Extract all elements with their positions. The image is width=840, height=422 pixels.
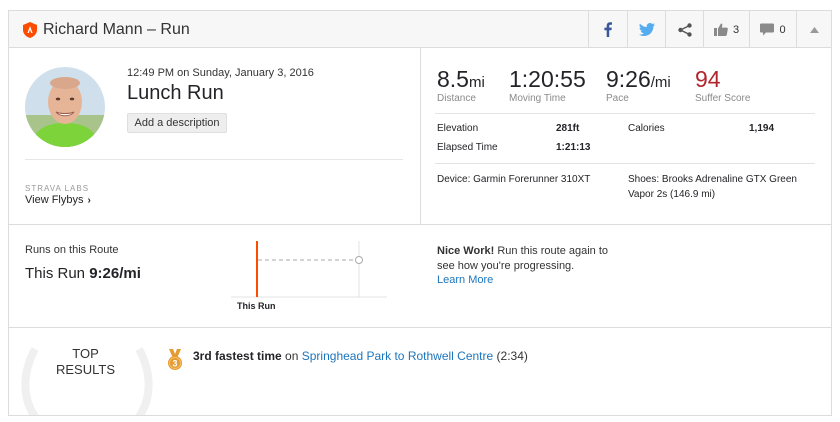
top-results-line1: TOP [72, 346, 99, 361]
comment-count: 0 [779, 23, 786, 36]
this-run-pace-value: 9:26/mi [89, 265, 141, 282]
kudos-count: 3 [732, 23, 740, 36]
this-run-prefix: This Run [25, 265, 86, 282]
elapsed-time-value: 1:21:13 [556, 142, 591, 153]
device-info: Device: Garmin Forerunner 310XT [437, 174, 591, 185]
athlete-activity-title[interactable]: Richard Mann – Run [43, 21, 190, 39]
facebook-icon [604, 22, 612, 37]
top-results-line2: RESULTS [56, 362, 115, 377]
activity-datetime: 12:49 PM on Sunday, January 3, 2016 [127, 67, 314, 79]
this-run-pace: This Run 9:26/mi [25, 265, 141, 282]
strava-labs-label: STRAVA LABS [25, 184, 90, 193]
section-divider-1 [9, 224, 831, 225]
add-description-button[interactable]: Add a description [127, 113, 227, 133]
elapsed-time-label: Elapsed Time [437, 142, 498, 153]
elevation-value: 281ft [556, 123, 580, 134]
share-button[interactable] [665, 11, 703, 48]
moving-time-label: Moving Time [509, 93, 566, 104]
caret-up-icon [809, 26, 819, 33]
twitter-icon [638, 23, 655, 36]
nice-work-message: Nice Work! Run this route again to see h… [437, 244, 612, 274]
vertical-divider [420, 48, 421, 224]
view-flybys-label: View Flybys [25, 194, 84, 206]
activity-card: Richard Mann – Run 3 0 12:49 PM on Sunda… [8, 10, 832, 416]
activity-header-title: Richard Mann – Run [23, 11, 190, 48]
suffer-score-label: Suffer Score [695, 93, 751, 104]
segment-link[interactable]: Springhead Park to Rothwell Centre [302, 349, 493, 363]
pace-value: 9:26 [606, 66, 651, 92]
details-divider [435, 163, 815, 164]
nice-work-bold: Nice Work! [437, 245, 495, 257]
calories-value: 1,194 [749, 123, 775, 134]
distance-value: 8.5 [437, 66, 469, 92]
pace-unit: /mi [650, 74, 671, 91]
top-results-title: TOP RESULTS [43, 346, 128, 378]
chevron-right-icon: › [87, 194, 91, 206]
suffer-score-value: 94 [695, 66, 721, 92]
achievement-on: on [285, 349, 299, 363]
achievement-row: 3rd fastest time on Springhead Park to R… [193, 349, 528, 363]
moving-time-value: 1:20:55 [509, 66, 586, 92]
activity-title: Lunch Run [127, 82, 224, 104]
facebook-share-button[interactable] [588, 11, 627, 48]
stat-moving-time: 1:20:55 Moving Time [509, 66, 586, 104]
kudos-button[interactable]: 3 [703, 11, 749, 48]
shoes-info-line1: Shoes: Brooks Adrenaline GTX Green [628, 174, 797, 185]
comment-icon [760, 23, 775, 36]
stat-distance: 8.5mi Distance [437, 66, 485, 104]
medal-icon: 3 [168, 349, 182, 370]
route-progress-chart [231, 241, 387, 298]
medal-number: 3 [172, 359, 177, 369]
comment-button[interactable]: 0 [749, 11, 796, 48]
thumbs-up-icon [713, 23, 728, 36]
stat-suffer-score[interactable]: 94 Suffer Score [695, 66, 750, 104]
left-divider [25, 159, 403, 160]
runs-on-route-heading: Runs on this Route [25, 244, 119, 256]
activity-type-shield-icon [23, 21, 37, 38]
collapse-button[interactable] [796, 11, 831, 48]
segment-time: (2:34) [496, 349, 528, 363]
distance-label: Distance [437, 93, 476, 104]
stat-pace: 9:26/mi Pace [606, 66, 671, 104]
view-flybys-link[interactable]: View Flybys › [25, 194, 91, 206]
shoes-info-line2: Vapor 2s (146.9 mi) [628, 189, 716, 200]
share-icon [677, 22, 692, 37]
chart-this-run-label: This Run [237, 301, 276, 311]
learn-more-link[interactable]: Learn More [437, 274, 493, 286]
achievement-rank: 3rd fastest time [193, 349, 282, 363]
section-divider-2 [9, 327, 831, 328]
elevation-label: Elevation [437, 123, 479, 134]
stats-divider [435, 113, 815, 114]
calories-label: Calories [628, 123, 665, 134]
twitter-share-button[interactable] [627, 11, 665, 48]
activity-header: Richard Mann – Run 3 0 [9, 11, 831, 48]
distance-unit: mi [468, 74, 485, 91]
athlete-avatar[interactable] [25, 67, 105, 147]
progress-end-point [355, 256, 363, 264]
pace-label: Pace [606, 93, 629, 104]
